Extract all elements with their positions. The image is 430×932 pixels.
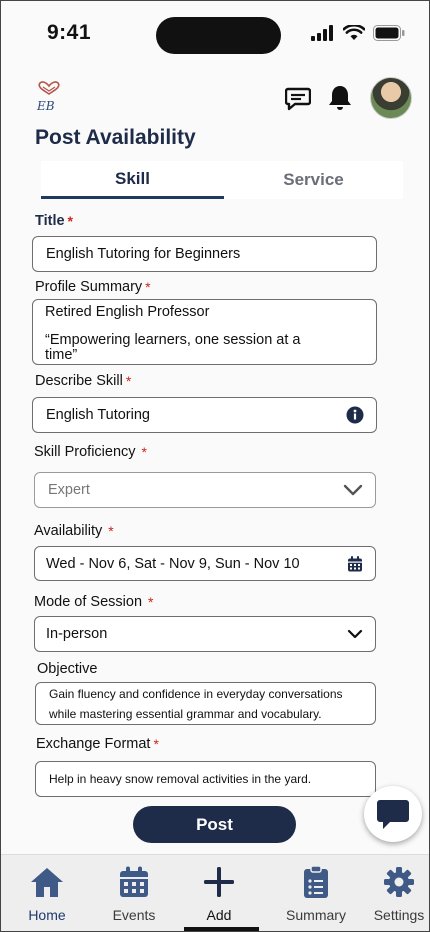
chevron-down-icon bbox=[347, 629, 363, 639]
availability-label-text: Availability bbox=[34, 523, 103, 539]
required-marker: * bbox=[108, 523, 114, 539]
title-label: Title * bbox=[35, 213, 73, 229]
title-value: English Tutoring for Beginners bbox=[46, 246, 241, 262]
nav-home[interactable]: Home bbox=[7, 863, 87, 923]
objective-textarea[interactable]: Gain fluency and confidence in everyday … bbox=[35, 682, 376, 725]
profile-summary-line: Retired English Professor bbox=[45, 304, 210, 320]
skill-proficiency-label: Skill Proficiency * bbox=[34, 444, 147, 460]
home-icon bbox=[30, 863, 64, 901]
objective-line: while mastering essential grammar and vo… bbox=[49, 707, 322, 721]
calendar-icon[interactable] bbox=[347, 555, 363, 572]
nav-home-label: Home bbox=[28, 907, 66, 923]
exchange-format-input[interactable]: Help in heavy snow removal activities in… bbox=[35, 761, 376, 797]
describe-skill-label-text: Describe Skill bbox=[35, 373, 123, 389]
mode-of-session-label-text: Mode of Session bbox=[34, 594, 143, 610]
cellular-signal-icon bbox=[311, 25, 333, 41]
chevron-down-icon bbox=[343, 484, 363, 496]
svg-text:EB: EB bbox=[36, 99, 55, 113]
required-marker: * bbox=[141, 444, 147, 460]
nav-settings[interactable]: Settings bbox=[359, 863, 429, 923]
nav-add-label: Add bbox=[206, 907, 232, 923]
status-time: 9:41 bbox=[47, 21, 92, 44]
availability-label: Availability * bbox=[34, 523, 114, 539]
exchange-format-label-text: Exchange Format bbox=[36, 736, 151, 752]
skill-proficiency-select[interactable]: Expert bbox=[34, 472, 376, 508]
required-marker: * bbox=[148, 594, 154, 610]
describe-skill-label: Describe Skill * bbox=[35, 373, 131, 389]
nav-summary[interactable]: Summary bbox=[276, 863, 356, 923]
mode-of-session-label: Mode of Session * bbox=[34, 594, 153, 610]
page-title: Post Availability bbox=[35, 126, 196, 149]
required-marker: * bbox=[125, 373, 132, 389]
dynamic-island bbox=[156, 17, 281, 54]
describe-skill-value: English Tutoring bbox=[46, 407, 150, 423]
nav-events[interactable]: Events bbox=[94, 863, 174, 923]
battery-icon bbox=[373, 25, 405, 41]
exchange-format-value: Help in heavy snow removal activities in… bbox=[49, 772, 312, 786]
plus-icon bbox=[203, 863, 235, 901]
availability-value: Wed - Nov 6, Sat - Nov 9, Sun - Nov 10 bbox=[46, 555, 300, 572]
objective-label: Objective bbox=[37, 661, 98, 677]
objective-text: Gain fluency and confidence in everyday … bbox=[49, 684, 343, 724]
chat-icon bbox=[376, 797, 410, 831]
bottom-nav: Home Events Add Summary Settings bbox=[1, 854, 429, 931]
calendar-icon bbox=[119, 863, 149, 901]
chat-fab-button[interactable] bbox=[364, 786, 422, 842]
exchange-format-label: Exchange Format * bbox=[36, 736, 159, 752]
profile-summary-textarea[interactable]: Retired English Professor “Empowering le… bbox=[32, 299, 377, 365]
tab-bar: Skill Service bbox=[41, 161, 403, 199]
bell-icon[interactable] bbox=[325, 83, 355, 113]
mode-of-session-value: In-person bbox=[46, 626, 108, 642]
nav-settings-label: Settings bbox=[373, 907, 425, 923]
profile-summary-text: Retired English Professor “Empowering le… bbox=[45, 305, 301, 363]
mode-of-session-select[interactable]: In-person bbox=[34, 616, 376, 652]
nav-add[interactable]: Add bbox=[179, 863, 259, 923]
describe-skill-input[interactable]: English Tutoring bbox=[32, 397, 377, 433]
availability-input[interactable]: Wed - Nov 6, Sat - Nov 9, Sun - Nov 10 bbox=[34, 546, 376, 581]
profile-summary-line: “Empowering learners, one session at a bbox=[45, 332, 301, 348]
profile-summary-label-text: Profile Summary bbox=[35, 279, 143, 295]
clipboard-icon bbox=[303, 863, 329, 901]
tab-service[interactable]: Service bbox=[224, 161, 403, 199]
profile-summary-label: Profile Summary * bbox=[35, 279, 151, 295]
title-input[interactable]: English Tutoring for Beginners bbox=[32, 236, 377, 272]
required-marker: * bbox=[145, 279, 151, 295]
avatar[interactable] bbox=[370, 77, 412, 119]
app-screen: 9:41 EB Post Availability Skill Service … bbox=[0, 0, 430, 932]
info-icon[interactable] bbox=[346, 406, 364, 424]
status-icons bbox=[311, 25, 405, 41]
required-marker: * bbox=[67, 213, 73, 229]
nav-summary-label: Summary bbox=[286, 907, 346, 923]
skill-proficiency-value: Expert bbox=[48, 482, 90, 498]
profile-summary-line: time” bbox=[45, 347, 78, 363]
gear-icon bbox=[383, 863, 415, 901]
active-nav-indicator bbox=[184, 927, 259, 931]
title-label-text: Title bbox=[35, 213, 65, 229]
messages-icon[interactable] bbox=[283, 84, 313, 114]
required-marker: * bbox=[153, 736, 159, 752]
objective-line: Gain fluency and confidence in everyday … bbox=[49, 687, 343, 701]
nav-events-label: Events bbox=[112, 907, 156, 923]
wifi-icon bbox=[343, 25, 365, 40]
post-button[interactable]: Post bbox=[133, 806, 296, 843]
tab-skill[interactable]: Skill bbox=[41, 161, 224, 199]
app-logo[interactable]: EB bbox=[35, 81, 63, 113]
skill-proficiency-label-text: Skill Proficiency bbox=[34, 444, 136, 460]
